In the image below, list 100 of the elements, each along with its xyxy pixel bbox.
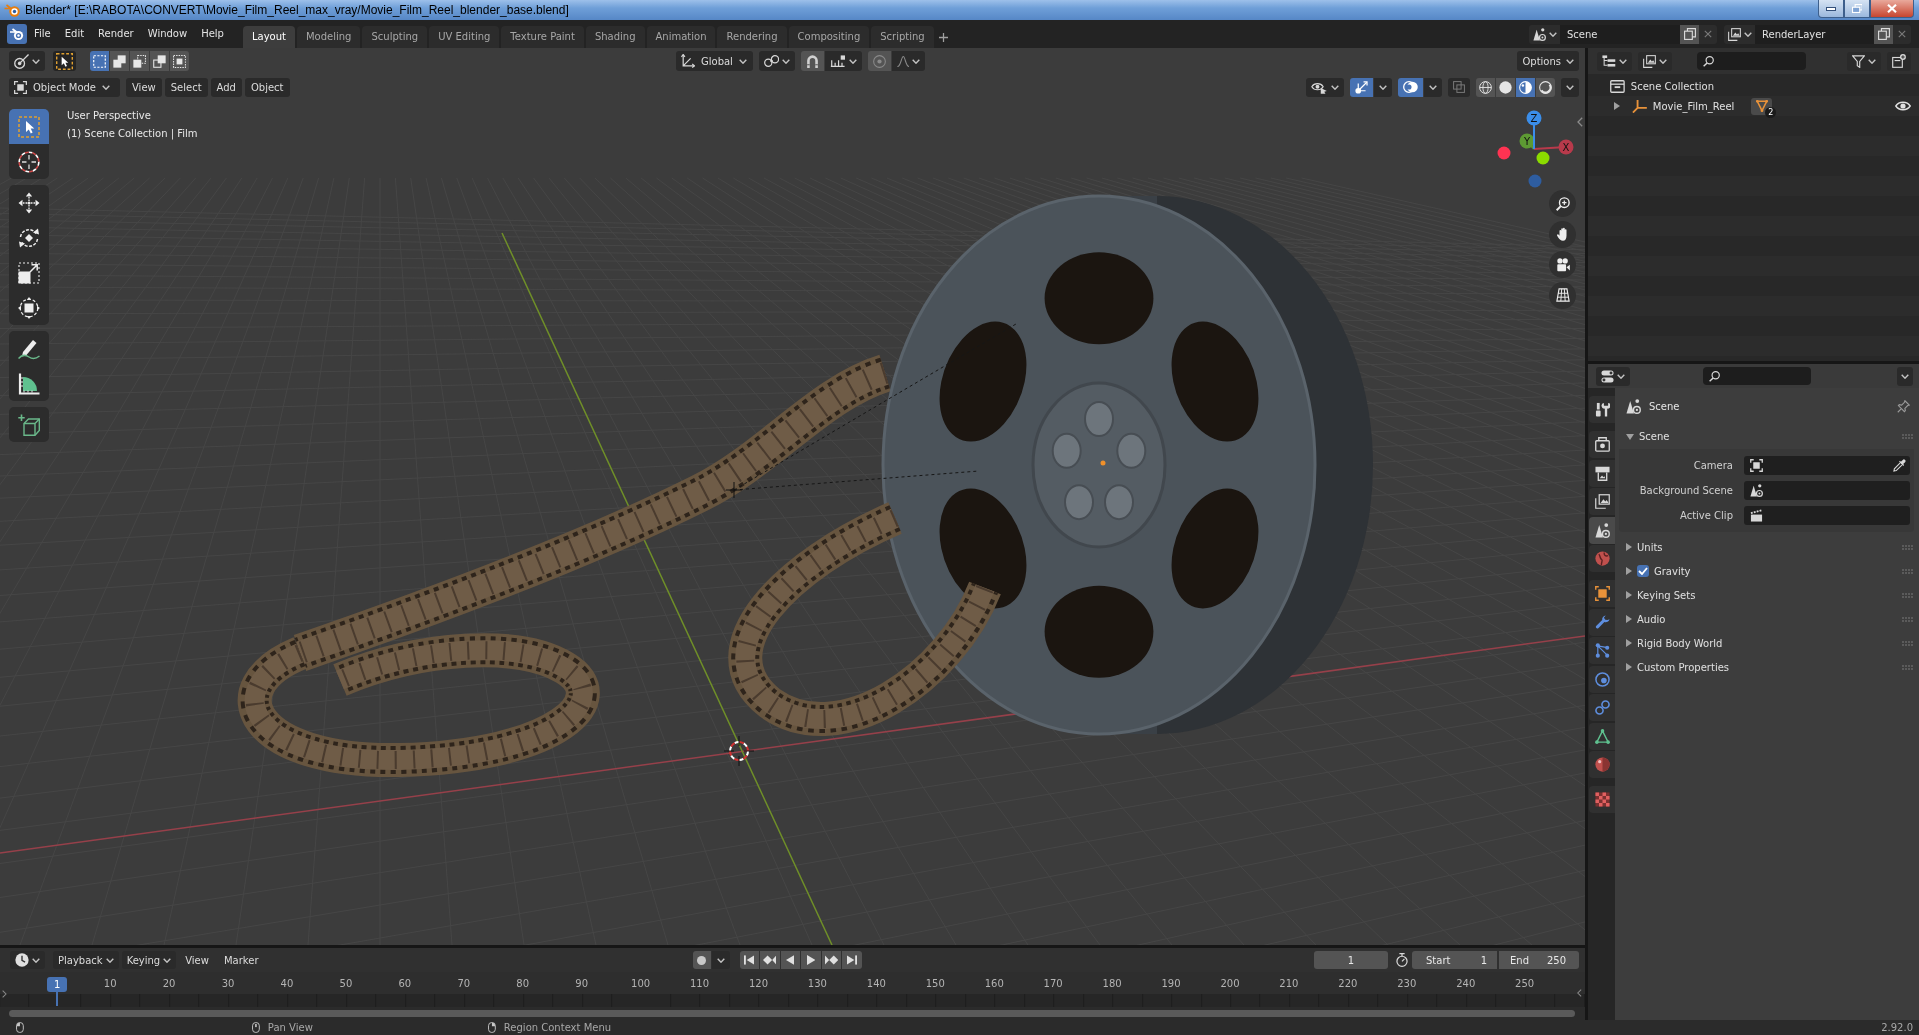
select-mode-button[interactable] — [90, 51, 109, 71]
tool-button[interactable] — [9, 144, 49, 179]
workspace-tab[interactable]: UV Editing — [429, 26, 500, 48]
new-collection-button[interactable] — [1887, 51, 1911, 71]
shading-mode-button[interactable] — [1516, 77, 1535, 97]
mode-dropdown[interactable]: Object Mode — [9, 77, 120, 97]
scene-name-field[interactable]: Scene — [1560, 24, 1680, 44]
options-dropdown[interactable]: Options — [1517, 51, 1579, 71]
editor-type-button[interactable] — [10, 951, 45, 969]
play-reverse-button[interactable] — [780, 951, 801, 969]
filter-options-dropdown[interactable] — [1847, 51, 1881, 71]
menu-item[interactable]: Help — [194, 24, 231, 44]
jump-to-start-button[interactable] — [739, 951, 760, 969]
select-mode-button[interactable] — [110, 51, 129, 71]
end-frame-field[interactable]: End 250 — [1499, 951, 1579, 969]
tool-button[interactable] — [9, 407, 49, 442]
menu-item[interactable]: View — [126, 77, 162, 97]
shading-mode-button[interactable] — [1476, 77, 1495, 97]
tool-button[interactable] — [9, 185, 49, 220]
negative-y-axis-handle[interactable] — [1536, 151, 1550, 165]
workspace-tab[interactable]: Compositing — [788, 26, 870, 48]
transform-orientation-dropdown[interactable]: Global — [676, 51, 753, 71]
minimize-button[interactable] — [1818, 0, 1844, 18]
panel-header[interactable]: Units — [1619, 535, 1914, 559]
sidebar-toggle-icon[interactable] — [1577, 117, 1583, 127]
properties-tab[interactable] — [1589, 459, 1615, 487]
duplicate-button[interactable] — [1874, 24, 1893, 44]
menu-item[interactable]: Edit — [57, 24, 92, 44]
select-mode-button[interactable] — [130, 51, 149, 71]
panel-options-button[interactable] — [1897, 366, 1913, 386]
active-tool-button[interactable] — [53, 51, 76, 71]
remove-button[interactable] — [1699, 24, 1717, 44]
channels-toggle-icon[interactable] — [2, 990, 7, 998]
tool-button[interactable] — [9, 366, 49, 401]
playhead[interactable]: 1 — [47, 977, 68, 992]
menu-item[interactable]: Add — [210, 77, 242, 97]
panel-header[interactable]: Audio — [1619, 607, 1914, 631]
3d-viewport[interactable]: Global Options Object Mode View Select Add Object User Perspective (1) Scene Collection | Film Y X Z — [0, 48, 1585, 945]
disclosure-triangle-icon[interactable] — [1614, 102, 1620, 110]
select-mode-button[interactable] — [170, 51, 189, 71]
clip-field[interactable] — [1744, 506, 1910, 525]
workspace-tab[interactable]: Texture Paint — [501, 26, 584, 48]
search-field[interactable] — [1696, 52, 1806, 70]
auto-keying-dropdown[interactable] — [711, 951, 730, 969]
remove-button[interactable] — [1893, 24, 1911, 44]
sidebar-toggle-icon[interactable] — [1577, 989, 1582, 997]
menu-item[interactable]: Select — [164, 77, 208, 97]
menu-item[interactable]: Render — [91, 24, 141, 44]
view-layer-browse-button[interactable] — [1724, 24, 1755, 44]
workspace-tab[interactable]: Scripting — [871, 26, 934, 48]
properties-tab[interactable] — [1589, 608, 1615, 636]
menu-item[interactable]: Object — [244, 77, 290, 97]
y-axis-handle[interactable]: Y — [1519, 133, 1535, 150]
panel-header[interactable]: Keying Sets — [1619, 583, 1914, 607]
scene-browse-button[interactable] — [1529, 24, 1560, 44]
duplicate-button[interactable] — [1680, 24, 1699, 44]
properties-tab[interactable] — [1589, 516, 1615, 544]
menu-item[interactable]: File — [27, 24, 58, 44]
drag-handle-icon[interactable] — [1902, 664, 1913, 670]
camera-view-button[interactable] — [1549, 251, 1576, 278]
shading-mode-button[interactable] — [1496, 77, 1515, 97]
workspace-tab[interactable]: Shading — [585, 26, 645, 48]
shading-dropdown[interactable] — [1561, 77, 1579, 97]
properties-tab[interactable] — [1589, 396, 1615, 423]
drag-handle-icon[interactable] — [1902, 568, 1913, 574]
drag-handle-icon[interactable] — [1902, 616, 1913, 622]
snap-toggle[interactable] — [801, 51, 825, 71]
pivot-point-dropdown[interactable] — [759, 51, 796, 71]
drag-handle-icon[interactable] — [1902, 640, 1913, 646]
gizmo-dropdown[interactable] — [1373, 77, 1392, 97]
editor-type-button[interactable] — [9, 51, 45, 71]
properties-tab[interactable] — [1589, 722, 1615, 750]
filter-dropdown[interactable] — [1637, 51, 1672, 71]
start-frame-field[interactable]: Start 1 — [1412, 951, 1497, 969]
jump-to-end-button[interactable] — [842, 951, 862, 969]
drag-handle-icon[interactable] — [1902, 434, 1913, 439]
workspace-tab[interactable]: Modeling — [296, 26, 361, 48]
tool-button[interactable] — [9, 290, 49, 325]
properties-tab[interactable] — [1589, 580, 1615, 607]
zoom-button[interactable] — [1549, 190, 1576, 217]
previous-keyframe-button[interactable] — [760, 951, 780, 969]
panel-header[interactable]: Rigid Body World — [1619, 631, 1914, 655]
gizmo-toggle[interactable] — [1349, 77, 1373, 97]
properties-tab[interactable] — [1589, 665, 1615, 693]
menu-item[interactable]: View — [179, 951, 215, 969]
visibility-dropdown[interactable] — [1306, 77, 1344, 97]
snap-element-dropdown[interactable] — [825, 51, 862, 71]
next-keyframe-button[interactable] — [821, 951, 842, 969]
play-button[interactable] — [801, 951, 821, 969]
camera-field[interactable] — [1744, 456, 1910, 475]
workspace-tab[interactable]: Sculpting — [362, 26, 428, 48]
xray-toggle[interactable] — [1448, 77, 1470, 97]
blender-logo-icon[interactable] — [7, 24, 27, 44]
overlays-dropdown[interactable] — [1424, 77, 1442, 97]
falloff-dropdown[interactable] — [891, 51, 926, 71]
tool-button[interactable] — [9, 331, 49, 366]
maximize-button[interactable] — [1844, 0, 1870, 18]
editor-type-button[interactable] — [1596, 366, 1630, 386]
pan-button[interactable] — [1549, 220, 1576, 248]
drag-handle-icon[interactable] — [1902, 592, 1913, 598]
